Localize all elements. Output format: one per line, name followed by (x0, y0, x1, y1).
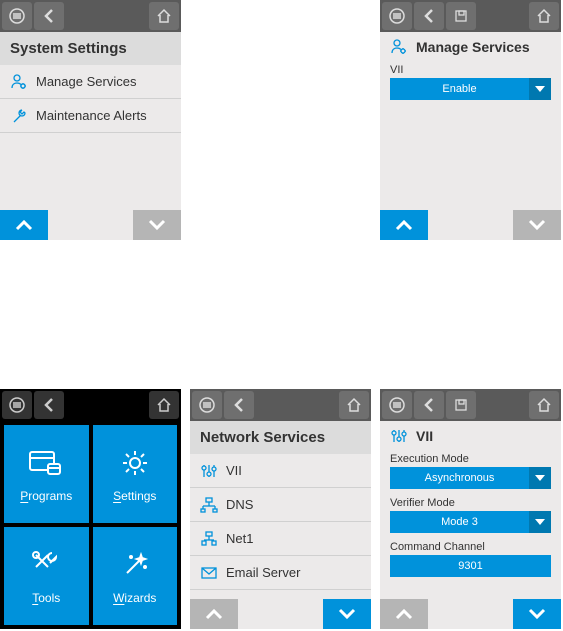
chevron-down-icon (529, 511, 551, 533)
nav-down-button[interactable] (323, 599, 371, 629)
list-item-dns[interactable]: DNS (190, 488, 371, 522)
verifier-mode-dropdown[interactable]: Mode 3 (390, 511, 551, 533)
back-button[interactable] (224, 391, 254, 419)
back-button[interactable] (34, 2, 64, 30)
section-title: Network Services (190, 421, 371, 454)
tools-icon (30, 547, 62, 583)
list-item-vii[interactable]: VII (190, 454, 371, 488)
page-title-label: Manage Services (416, 39, 530, 55)
nav-down-button (133, 210, 181, 240)
page-title: VII (380, 421, 561, 451)
titlebar (0, 0, 181, 32)
home-button[interactable] (149, 2, 179, 30)
tile-wizards[interactable]: Wizards (93, 527, 178, 625)
list-item-net1[interactable]: Net1 (190, 522, 371, 556)
nav-up-button (380, 599, 428, 629)
nav-down-button[interactable] (513, 599, 561, 629)
titlebar (380, 0, 561, 32)
dropdown-value: Enable (390, 78, 529, 100)
home-tile-grid: Programs Settings Tools Wizards (0, 421, 181, 629)
save-button[interactable] (446, 391, 476, 419)
list-item-maintenance-alerts[interactable]: Maintenance Alerts (0, 99, 181, 133)
menu-button[interactable] (382, 2, 412, 30)
tile-label-underline: S (113, 489, 121, 503)
menu-button[interactable] (2, 391, 32, 419)
field-label-command-channel: Command Channel (380, 539, 561, 555)
dropdown-value: Mode 3 (390, 511, 529, 533)
field-label-verifier-mode: Verifier Mode (380, 495, 561, 511)
programs-icon (28, 445, 64, 481)
tile-label-underline: W (113, 591, 124, 605)
nav-arrows (0, 210, 181, 240)
execution-mode-dropdown[interactable]: Asynchronous (390, 467, 551, 489)
list-item-label: DNS (226, 497, 253, 512)
nav-up-button (190, 599, 238, 629)
sliders-icon (390, 427, 408, 445)
tile-label: rograms (28, 489, 72, 503)
tile-settings[interactable]: Settings (93, 425, 178, 523)
chevron-down-icon (529, 78, 551, 100)
vii-dropdown[interactable]: Enable (390, 78, 551, 100)
tile-label: izards (124, 591, 156, 605)
tile-label: ettings (121, 489, 156, 503)
home-button[interactable] (529, 2, 559, 30)
tile-programs[interactable]: Programs (4, 425, 89, 523)
save-button[interactable] (446, 2, 476, 30)
list-item-label: Manage Services (36, 74, 136, 89)
list-item-label: Email Server (226, 565, 300, 580)
command-channel-value[interactable]: 9301 (390, 555, 551, 577)
user-gear-icon (10, 73, 28, 91)
titlebar (0, 389, 181, 421)
list-item-label: Maintenance Alerts (36, 108, 147, 123)
section-title: System Settings (0, 32, 181, 65)
wrench-icon (10, 107, 28, 125)
back-button[interactable] (414, 391, 444, 419)
net-node-icon (200, 496, 218, 514)
nav-up-button[interactable] (0, 210, 48, 240)
menu-button[interactable] (2, 2, 32, 30)
sliders-icon (200, 462, 218, 480)
titlebar (190, 389, 371, 421)
menu-button[interactable] (382, 391, 412, 419)
settings-list: Manage Services Maintenance Alerts (0, 65, 181, 133)
nav-down-button (513, 210, 561, 240)
list-item-label: Net1 (226, 531, 253, 546)
list-item-email-server[interactable]: Email Server (190, 556, 371, 590)
gear-icon (119, 445, 151, 481)
wizard-icon (119, 547, 151, 583)
back-button[interactable] (34, 391, 64, 419)
titlebar (380, 389, 561, 421)
nav-arrows (190, 599, 371, 629)
mail-icon (200, 564, 218, 582)
home-button[interactable] (339, 391, 369, 419)
page-title-label: VII (416, 428, 433, 444)
dropdown-value: Asynchronous (390, 467, 529, 489)
field-label-vii: VII (380, 62, 561, 78)
home-button[interactable] (149, 391, 179, 419)
network-list: VII DNS Net1 Email Server (190, 454, 371, 590)
nav-arrows (380, 599, 561, 629)
net-node-alt-icon (200, 530, 218, 548)
user-gear-icon (390, 38, 408, 56)
back-button[interactable] (414, 2, 444, 30)
nav-arrows (380, 210, 561, 240)
page-title: Manage Services (380, 32, 561, 62)
chevron-down-icon (529, 467, 551, 489)
tile-tools[interactable]: Tools (4, 527, 89, 625)
nav-up-button[interactable] (380, 210, 428, 240)
list-item-manage-services[interactable]: Manage Services (0, 65, 181, 99)
list-item-label: VII (226, 463, 242, 478)
home-button[interactable] (529, 391, 559, 419)
field-label-execution-mode: Execution Mode (380, 451, 561, 467)
menu-button[interactable] (192, 391, 222, 419)
tile-label: ools (38, 591, 60, 605)
